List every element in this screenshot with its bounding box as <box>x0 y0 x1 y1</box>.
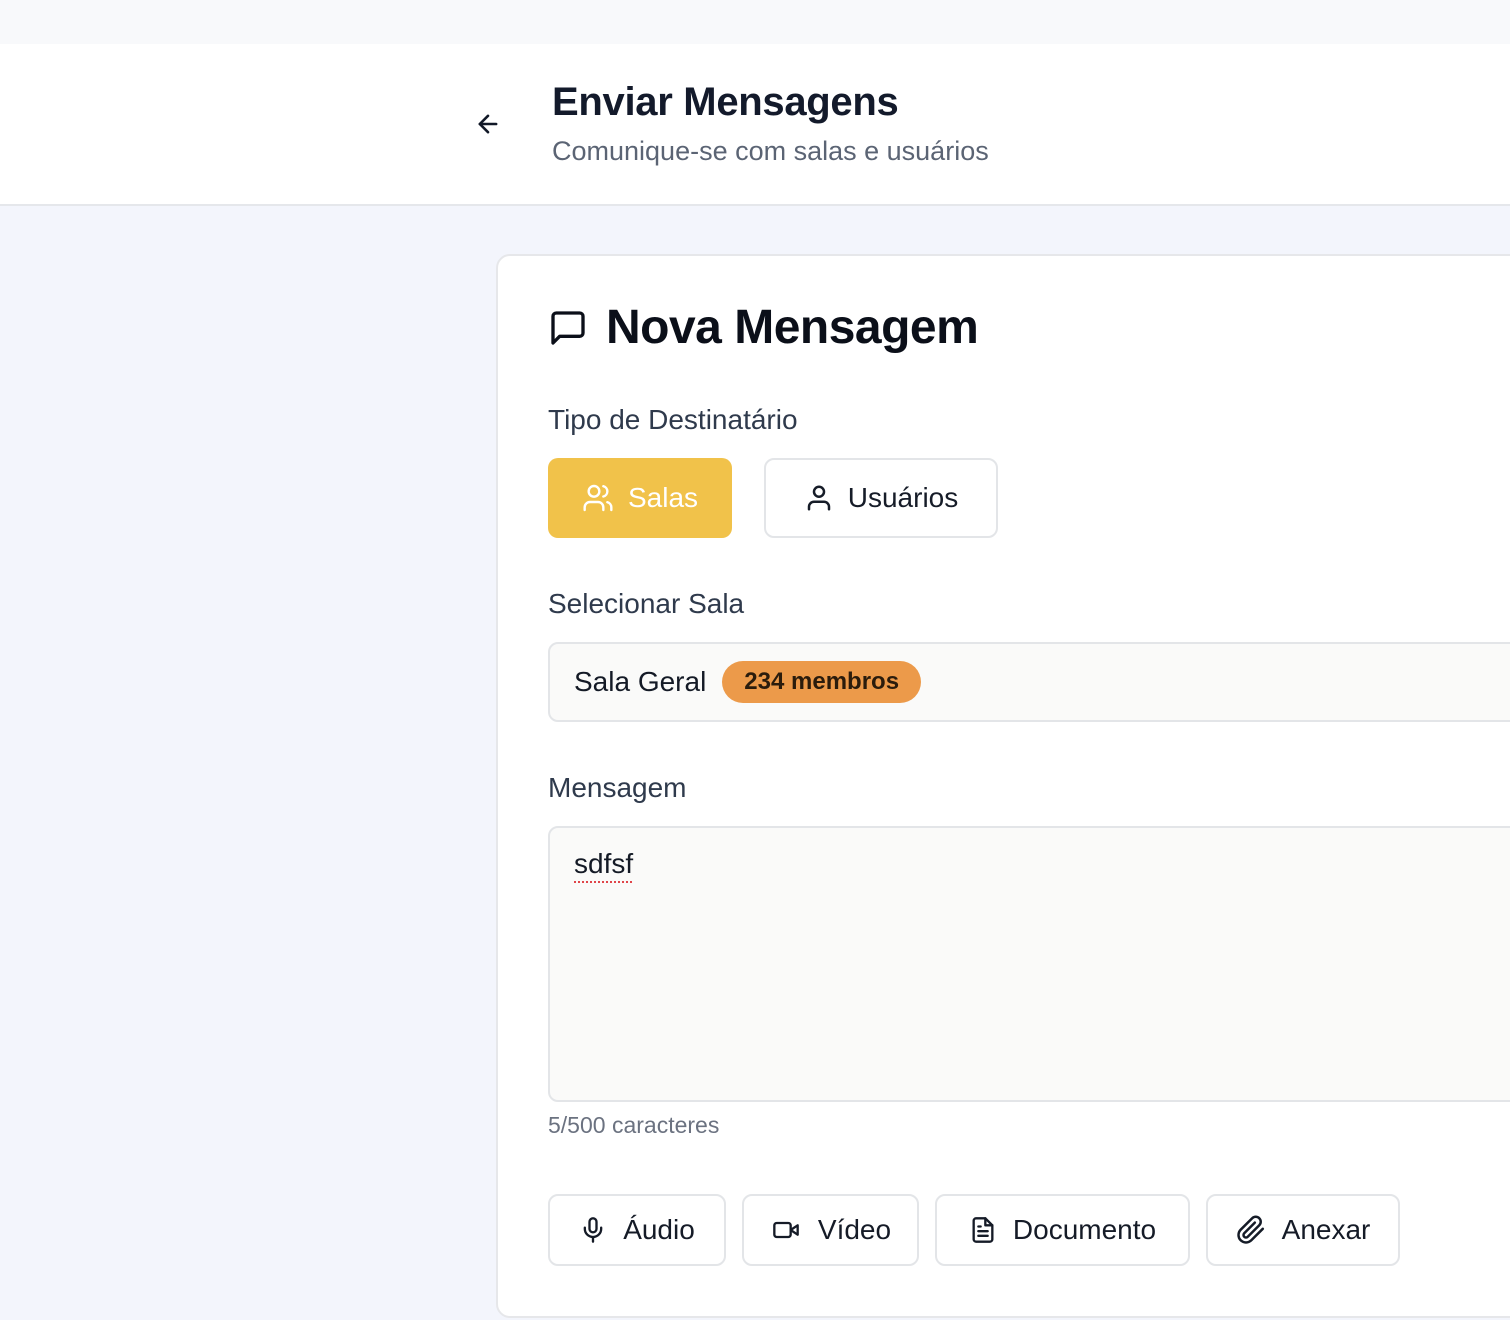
users-icon <box>582 482 614 514</box>
card-title: Nova Mensagem <box>548 300 979 355</box>
message-square-icon <box>548 308 588 348</box>
selected-room-name: Sala Geral <box>574 666 707 697</box>
document-button-label: Documento <box>1012 1214 1157 1245</box>
card-title-text: Nova Mensagem <box>606 301 979 354</box>
message-text: sdfsf <box>574 848 634 879</box>
message-label: Mensagem <box>548 772 687 803</box>
back-button[interactable] <box>468 104 508 144</box>
attach-button[interactable]: Anexar <box>1206 1194 1400 1266</box>
arrow-left-icon <box>474 110 502 138</box>
user-icon <box>804 483 834 513</box>
video-button[interactable]: Vídeo <box>742 1194 919 1266</box>
document-button[interactable]: Documento <box>935 1194 1190 1266</box>
members-badge: 234 membros <box>722 661 922 703</box>
top-strip <box>0 0 1510 44</box>
paperclip-icon <box>1236 1215 1266 1245</box>
page-subtitle: Comunique-se com salas e usuários <box>552 136 989 166</box>
video-button-label: Vídeo <box>817 1214 892 1245</box>
char-count: 5/500 caracteres <box>548 1112 720 1138</box>
audio-button-label: Áudio <box>623 1214 695 1245</box>
recipient-type-label: Tipo de Destinatário <box>548 404 798 435</box>
video-icon <box>770 1216 802 1244</box>
page-title: Enviar Mensagens <box>552 80 899 124</box>
rooms-button[interactable]: Salas <box>548 458 732 538</box>
room-select[interactable]: Sala Geral 234 membros <box>548 642 1510 722</box>
page-header: Enviar Mensagens Comunique-se com salas … <box>0 44 1510 206</box>
attach-button-label: Anexar <box>1281 1214 1371 1245</box>
new-message-card: Nova Mensagem Tipo de Destinatário Salas… <box>496 254 1510 1318</box>
audio-button[interactable]: Áudio <box>548 1194 726 1266</box>
select-room-label: Selecionar Sala <box>548 588 745 619</box>
users-button[interactable]: Usuários <box>764 458 998 538</box>
users-button-label: Usuários <box>847 482 959 513</box>
mic-icon <box>579 1216 607 1244</box>
document-icon <box>969 1215 997 1245</box>
rooms-button-label: Salas <box>627 482 699 513</box>
message-textarea[interactable]: sdfsf <box>548 826 1510 1102</box>
